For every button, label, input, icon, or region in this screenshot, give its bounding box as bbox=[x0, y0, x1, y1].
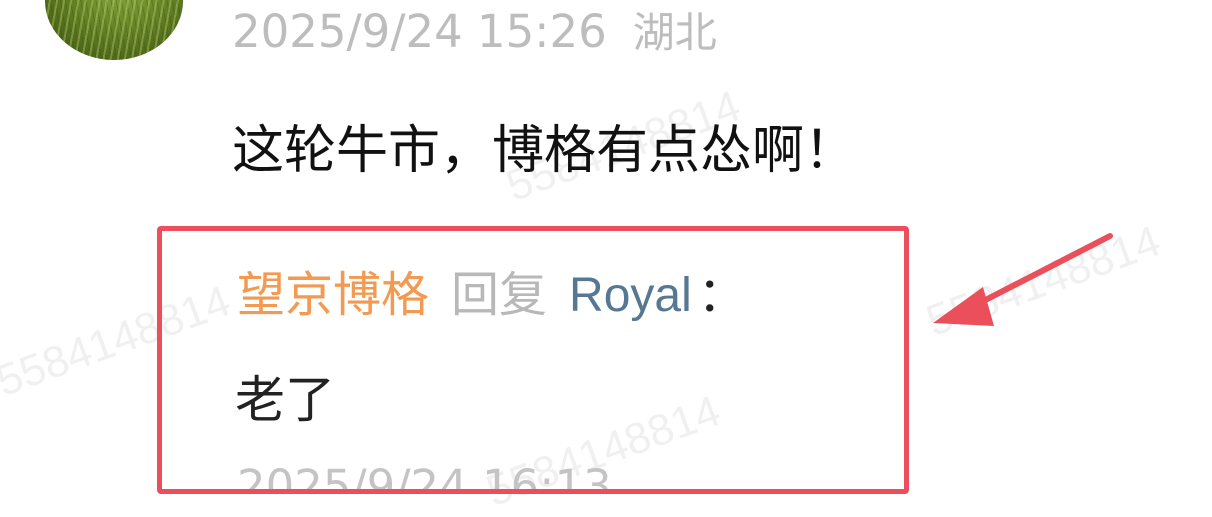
comment-meta: 2025/9/24 15:26 湖北 bbox=[232, 2, 717, 62]
reply-timestamp: 2025/9/24 16:13 bbox=[237, 460, 612, 494]
comment-text[interactable]: 这轮牛市，博格有点怂啊！ bbox=[232, 118, 856, 184]
reply-target-user[interactable]: Royal bbox=[569, 269, 692, 322]
highlighted-reply: 望京博格 回复 Royal： 老了 2025/9/24 16:13 bbox=[157, 226, 909, 494]
reply-colon: ： bbox=[697, 267, 746, 323]
rice-field-image bbox=[45, 0, 183, 60]
comment-location: 湖北 bbox=[632, 8, 717, 57]
comment-timestamp: 2025/9/24 15:26 bbox=[232, 5, 607, 58]
user-avatar[interactable] bbox=[45, 0, 183, 60]
reply-header: 望京博格 回复 Royal： bbox=[237, 257, 746, 334]
watermark-text: 5584148814 bbox=[920, 216, 1167, 347]
reply-author[interactable]: 望京博格 bbox=[237, 267, 429, 323]
reply-verb: 回复 bbox=[451, 267, 548, 323]
reply-text[interactable]: 老了 bbox=[235, 365, 335, 435]
